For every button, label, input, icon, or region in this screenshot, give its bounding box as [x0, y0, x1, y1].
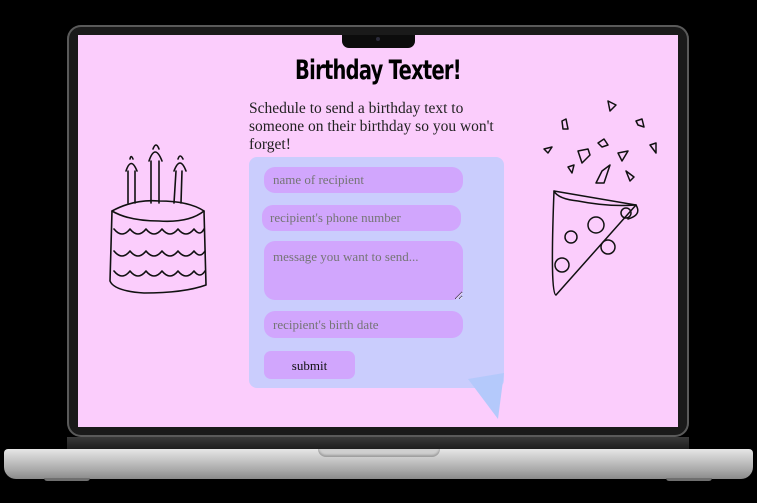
submit-button[interactable]: submit: [264, 351, 355, 379]
laptop-hinge: [67, 437, 689, 449]
page-title: Birthday Texter!: [295, 55, 462, 86]
camera-icon: [376, 37, 380, 41]
phone-number-input[interactable]: [262, 205, 461, 231]
birthday-cake-icon: [109, 144, 207, 294]
party-popper-icon: [543, 100, 657, 296]
recipient-name-input[interactable]: [264, 167, 463, 193]
speech-tail-icon: [468, 373, 504, 419]
page-description: Schedule to send a birthday text to some…: [249, 100, 494, 153]
laptop-foot-left: [44, 478, 90, 481]
message-textarea[interactable]: [264, 241, 463, 300]
laptop-base-notch: [318, 449, 440, 457]
birth-date-input[interactable]: [264, 311, 463, 338]
app-screen: Birthday Texter! Schedule to send a birt…: [78, 35, 678, 427]
laptop-foot-right: [666, 478, 712, 481]
